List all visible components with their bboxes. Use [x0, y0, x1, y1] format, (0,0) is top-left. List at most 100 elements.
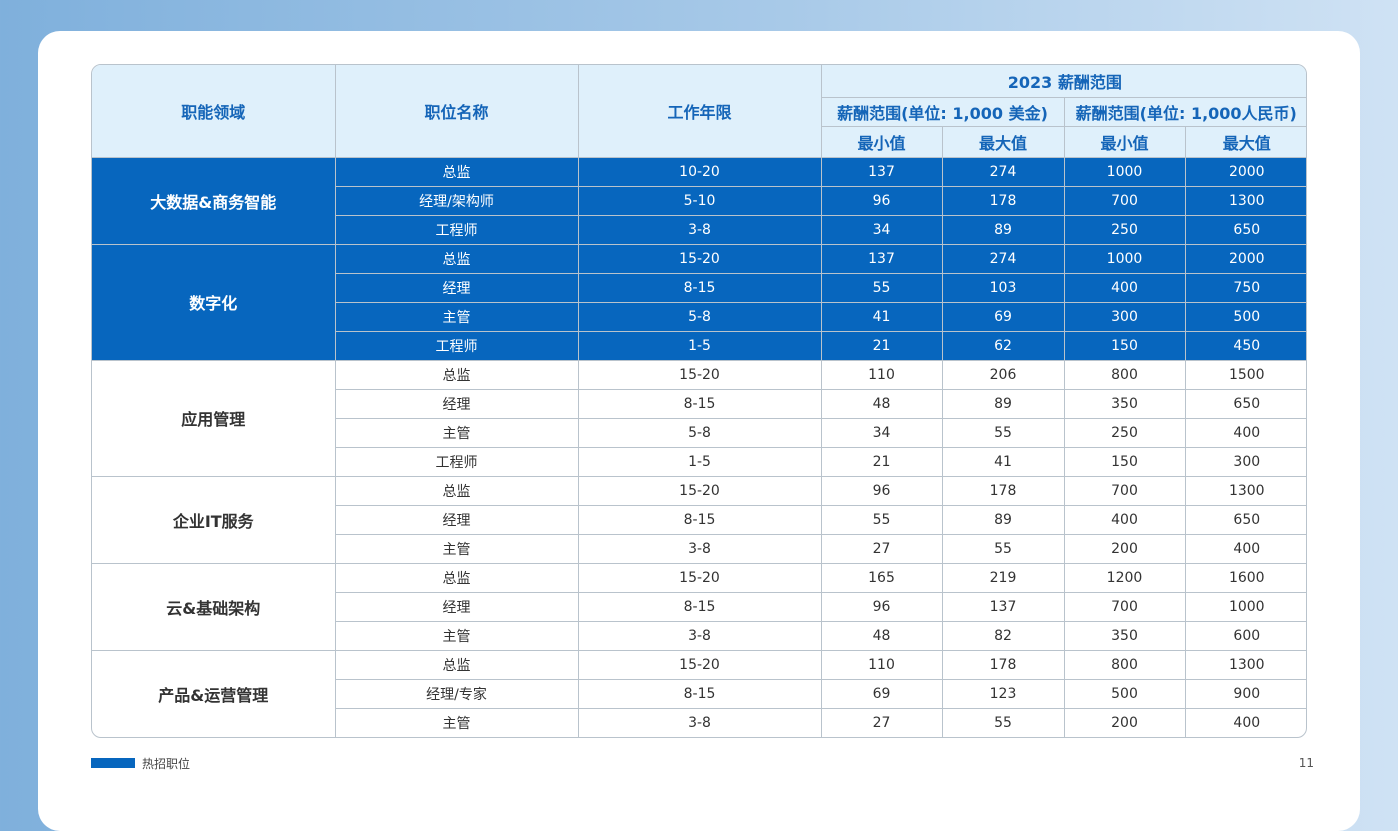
- position-cell: 总监: [334, 649, 579, 680]
- rmb-max-cell: 2000: [1184, 243, 1306, 274]
- usd-min-cell: 27: [820, 533, 943, 564]
- position-cell: 经理: [335, 504, 579, 535]
- header-domain: 职能领域: [92, 65, 336, 158]
- rmb-min-cell: 150: [1063, 446, 1186, 477]
- rmb-max-cell: 300: [1184, 446, 1306, 477]
- rmb-max-cell: 1300: [1184, 649, 1306, 680]
- usd-min-cell: 41: [820, 301, 943, 332]
- usd-min-cell: 137: [820, 156, 943, 187]
- usd-min-cell: 96: [820, 475, 943, 506]
- usd-max-cell: 69: [941, 301, 1065, 332]
- rmb-min-cell: 700: [1063, 475, 1186, 506]
- usd-max-cell: 55: [941, 417, 1065, 448]
- domain-cell: 企业IT服务: [92, 475, 336, 564]
- position-cell: 总监: [334, 359, 579, 390]
- years-cell: 5-8: [577, 417, 822, 448]
- header-usd-range: 薪酬范围(单位: 1,000 美金): [821, 96, 1065, 127]
- usd-max-cell: 82: [941, 620, 1065, 651]
- usd-min-cell: 21: [820, 330, 943, 361]
- rmb-min-cell: 350: [1063, 620, 1186, 651]
- position-cell: 总监: [334, 562, 579, 593]
- usd-min-cell: 165: [820, 562, 943, 593]
- table-body: 大数据&商务智能 总监 10-20 137 274 1000 2000 经理/架构师 5-10 9…: [92, 156, 1306, 737]
- rmb-min-cell: 350: [1063, 388, 1186, 419]
- rmb-max-cell: 650: [1184, 214, 1306, 245]
- footer-section-label: 热招职位: [142, 757, 191, 771]
- position-cell: 工程师: [335, 446, 579, 477]
- usd-min-cell: 96: [820, 591, 943, 622]
- usd-min-cell: 34: [820, 417, 943, 448]
- position-cell: 经理: [335, 388, 579, 419]
- rmb-max-cell: 650: [1184, 388, 1306, 419]
- position-cell: 工程师: [335, 214, 579, 245]
- salary-table: 职能领域 职位名称 工作年限 2023 薪酬范围 薪酬范围(单位: 1,000 …: [92, 65, 1306, 737]
- years-cell: 15-20: [577, 649, 822, 680]
- rmb-max-cell: 500: [1184, 301, 1306, 332]
- header-rmb-range: 薪酬范围(单位: 1,000人民币): [1063, 96, 1306, 127]
- rmb-min-cell: 250: [1063, 214, 1186, 245]
- rmb-min-cell: 300: [1063, 301, 1186, 332]
- years-cell: 15-20: [577, 243, 822, 274]
- years-cell: 5-8: [577, 301, 822, 332]
- rmb-min-cell: 700: [1063, 591, 1186, 622]
- position-cell: 主管: [335, 620, 579, 651]
- rmb-min-cell: 500: [1063, 678, 1186, 709]
- years-cell: 1-5: [577, 330, 822, 361]
- rmb-max-cell: 1300: [1184, 185, 1306, 216]
- position-cell: 总监: [334, 475, 579, 506]
- usd-max-cell: 178: [941, 475, 1065, 506]
- usd-min-cell: 110: [820, 649, 943, 680]
- usd-min-cell: 48: [820, 388, 943, 419]
- years-cell: 8-15: [577, 272, 822, 303]
- position-cell: 总监: [334, 156, 579, 187]
- rmb-min-cell: 200: [1063, 707, 1186, 737]
- table-row: 大数据&商务智能 总监 10-20 137 274 1000 2000: [92, 156, 1306, 245]
- years-cell: 5-10: [577, 185, 822, 216]
- header-usd-max: 最大值: [941, 125, 1065, 158]
- header-position: 职位名称: [334, 65, 579, 158]
- years-cell: 8-15: [577, 678, 822, 709]
- rmb-max-cell: 1500: [1184, 359, 1306, 390]
- rmb-min-cell: 800: [1063, 649, 1186, 680]
- position-cell: 工程师: [335, 330, 579, 361]
- page-number: 11: [1298, 756, 1314, 770]
- header-usd-min: 最小值: [821, 125, 943, 158]
- usd-max-cell: 55: [941, 707, 1065, 737]
- usd-max-cell: 89: [941, 504, 1065, 535]
- usd-max-cell: 89: [941, 388, 1065, 419]
- rmb-max-cell: 600: [1184, 620, 1306, 651]
- usd-max-cell: 103: [941, 272, 1065, 303]
- domain-cell: 云&基础架构: [92, 562, 336, 651]
- position-cell: 主管: [335, 301, 579, 332]
- usd-max-cell: 89: [941, 214, 1065, 245]
- usd-max-cell: 274: [941, 156, 1065, 187]
- position-cell: 经理/专家: [335, 678, 579, 709]
- years-cell: 3-8: [577, 707, 822, 737]
- usd-min-cell: 34: [820, 214, 943, 245]
- rmb-min-cell: 250: [1063, 417, 1186, 448]
- position-cell: 主管: [335, 707, 579, 737]
- years-cell: 15-20: [577, 359, 822, 390]
- usd-max-cell: 62: [941, 330, 1065, 361]
- position-cell: 主管: [335, 533, 579, 564]
- domain-cell: 大数据&商务智能: [92, 156, 336, 245]
- rmb-max-cell: 650: [1184, 504, 1306, 535]
- rmb-min-cell: 150: [1063, 330, 1186, 361]
- years-cell: 3-8: [577, 214, 822, 245]
- usd-min-cell: 96: [820, 185, 943, 216]
- usd-min-cell: 55: [820, 272, 943, 303]
- usd-max-cell: 274: [941, 243, 1065, 274]
- position-cell: 经理/架构师: [335, 185, 579, 216]
- rmb-min-cell: 400: [1063, 272, 1186, 303]
- years-cell: 8-15: [577, 504, 822, 535]
- usd-max-cell: 178: [941, 185, 1065, 216]
- years-cell: 1-5: [577, 446, 822, 477]
- years-cell: 8-15: [577, 388, 822, 419]
- usd-min-cell: 27: [820, 707, 943, 737]
- years-cell: 15-20: [577, 562, 822, 593]
- salary-table-container: 职能领域 职位名称 工作年限 2023 薪酬范围 薪酬范围(单位: 1,000 …: [91, 64, 1307, 738]
- rmb-max-cell: 2000: [1184, 156, 1306, 187]
- rmb-min-cell: 1200: [1063, 562, 1186, 593]
- header-years: 工作年限: [577, 65, 822, 158]
- usd-min-cell: 21: [820, 446, 943, 477]
